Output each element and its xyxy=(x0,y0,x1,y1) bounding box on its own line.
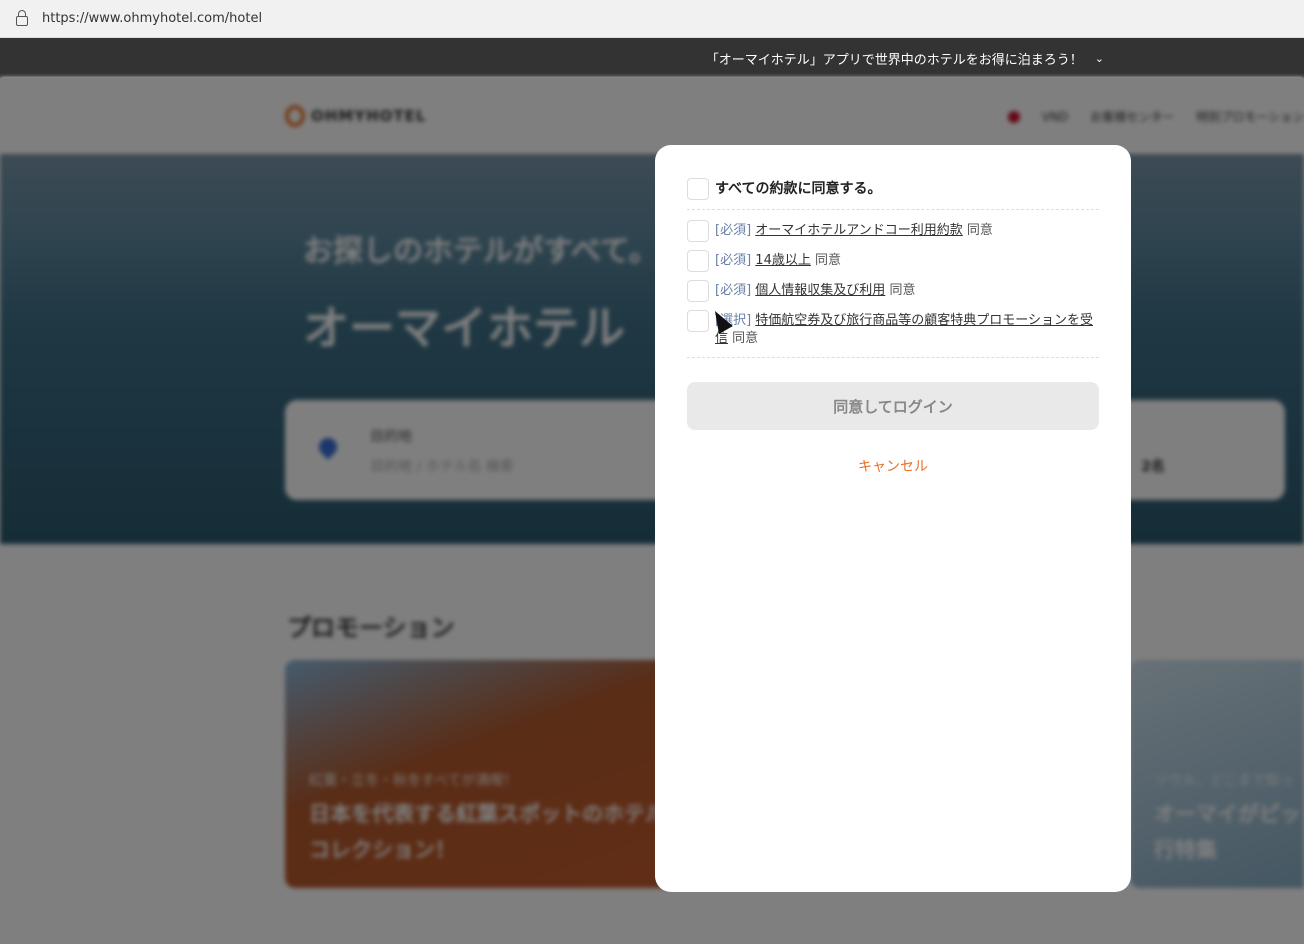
agree-login-button[interactable]: 同意してログイン xyxy=(687,382,1099,430)
agree-all-label[interactable]: すべての約款に同意する。 xyxy=(715,178,881,198)
chevron-down-icon[interactable]: ⌄ xyxy=(1095,52,1104,65)
term-suffix: 同意 xyxy=(732,331,759,346)
term-link[interactable]: 個人情報収集及び利用 xyxy=(755,283,885,298)
term-checkbox[interactable] xyxy=(687,220,709,242)
banner-text: 「オーマイホテル」アプリで世界中のホテルをお得に泊まろう！ xyxy=(705,52,1083,68)
term-item: [必須] 個人情報収集及び利用 同意 xyxy=(687,280,1099,302)
term-tag: [必須] xyxy=(715,223,752,238)
term-link[interactable]: オーマイホテルアンドコー利用約款 xyxy=(755,223,962,238)
url-text[interactable]: https://www.ohmyhotel.com/hotel xyxy=(42,11,262,26)
term-item: [必須] オーマイホテルアンドコー利用約款 同意 xyxy=(687,220,1099,242)
address-bar[interactable]: https://www.ohmyhotel.com/hotel xyxy=(0,0,1304,38)
term-item: [必須] 14歳以上 同意 xyxy=(687,250,1099,272)
app-banner[interactable]: 「オーマイホテル」アプリで世界中のホテルをお得に泊まろう！ ⌄ xyxy=(0,38,1304,78)
term-suffix: 同意 xyxy=(814,253,841,268)
term-item: [選択] 特価航空券及び旅行商品等の顧客特典プロモーションを受信 同意 xyxy=(687,310,1099,348)
term-checkbox[interactable] xyxy=(687,250,709,272)
term-checkbox[interactable] xyxy=(687,310,709,332)
agree-all-checkbox[interactable] xyxy=(687,178,709,200)
cancel-button[interactable]: キャンセル xyxy=(687,456,1099,476)
term-checkbox[interactable] xyxy=(687,280,709,302)
term-link[interactable]: 14歳以上 xyxy=(755,253,811,268)
term-link[interactable]: 特価航空券及び旅行商品等の顧客特典プロモーションを受信 xyxy=(715,313,1093,346)
terms-modal: すべての約款に同意する。 [必須] オーマイホテルアンドコー利用約款 同意 [必… xyxy=(655,145,1131,892)
term-suffix: 同意 xyxy=(889,283,916,298)
lock-icon xyxy=(16,9,28,26)
term-tag: [必須] xyxy=(715,283,752,298)
term-tag: [必須] xyxy=(715,253,752,268)
divider xyxy=(687,209,1099,210)
term-suffix: 同意 xyxy=(966,223,993,238)
divider xyxy=(687,357,1099,358)
